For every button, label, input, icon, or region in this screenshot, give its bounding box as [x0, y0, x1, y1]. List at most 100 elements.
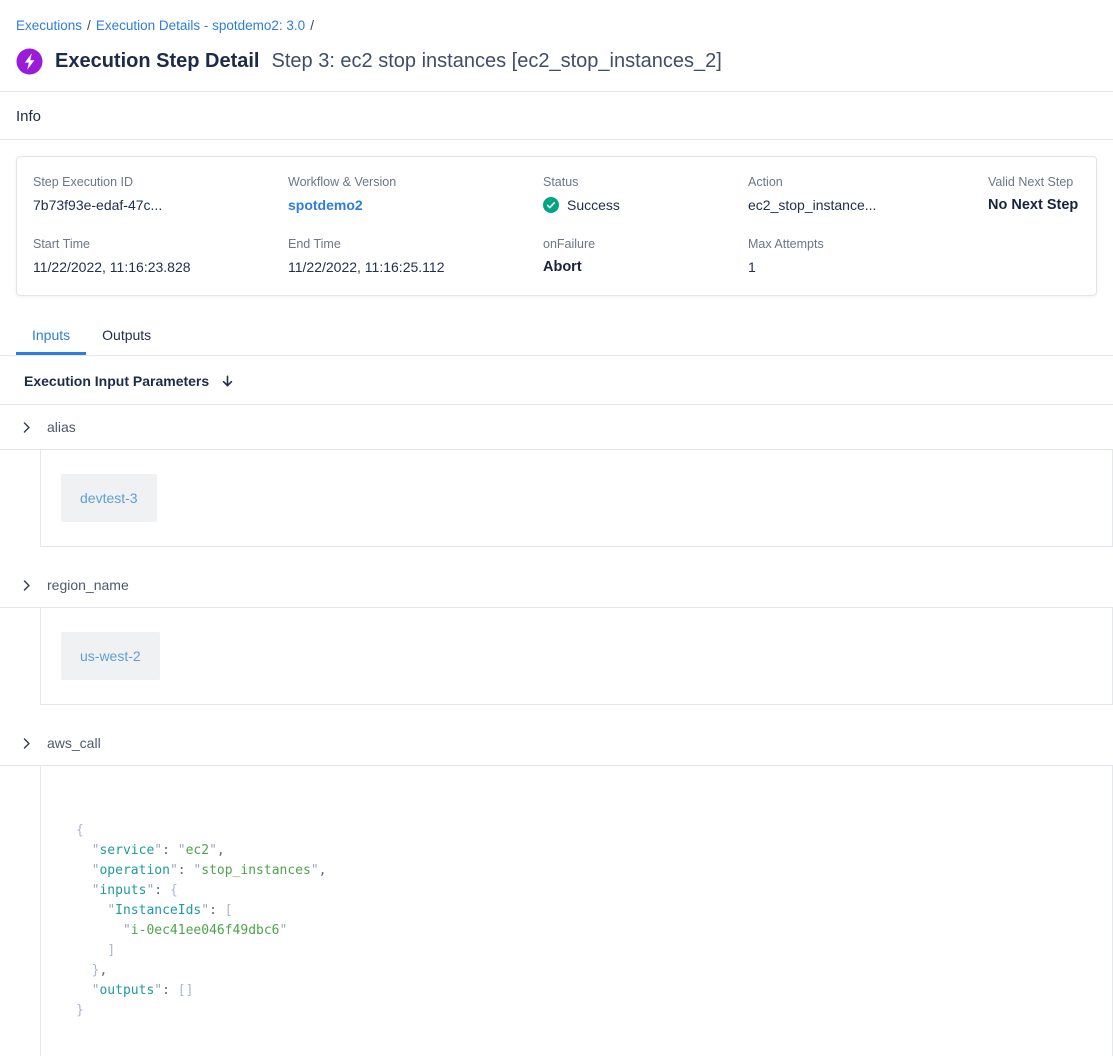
- json-token: ec2: [186, 843, 209, 858]
- info-grid: Step Execution ID 7b73f93e-edaf-47c... W…: [33, 175, 1084, 275]
- tab-outputs[interactable]: Outputs: [86, 314, 167, 355]
- json-token: ,: [217, 843, 225, 858]
- field-label: onFailure: [543, 237, 748, 251]
- json-token: [76, 943, 107, 958]
- json-token: [76, 963, 92, 978]
- json-token: outputs: [99, 983, 154, 998]
- json-code-line: "InstanceIds": [: [76, 901, 1092, 921]
- json-token: ": [201, 903, 209, 918]
- json-token: stop_instances: [201, 863, 311, 878]
- field-value: 7b73f93e-edaf-47c...: [33, 197, 288, 213]
- json-token: [76, 883, 92, 898]
- param-value-chip: us-west-2: [61, 632, 160, 680]
- json-code-line: "inputs": {: [76, 881, 1092, 901]
- collapse-all-arrow-icon[interactable]: [220, 374, 235, 389]
- field-label: End Time: [288, 237, 543, 251]
- json-token: :: [162, 983, 178, 998]
- field-step-execution-id: Step Execution ID 7b73f93e-edaf-47c...: [33, 175, 288, 213]
- json-token: ,: [319, 863, 327, 878]
- json-token: ": [170, 863, 178, 878]
- param-row-alias[interactable]: alias: [0, 405, 1113, 450]
- json-token: ,: [99, 963, 107, 978]
- json-token: [76, 843, 92, 858]
- field-on-failure: onFailure Abort: [543, 237, 748, 275]
- json-code: { "service": "ec2", "operation": "stop_i…: [76, 821, 1092, 1021]
- breadcrumb-separator: /: [87, 18, 91, 33]
- json-token: ": [107, 903, 115, 918]
- json-token: service: [99, 843, 154, 858]
- tab-inputs[interactable]: Inputs: [16, 314, 86, 355]
- json-code-line: {: [76, 821, 1092, 841]
- field-value: 11/22/2022, 11:16:25.112: [288, 259, 543, 275]
- json-token: ": [123, 923, 131, 938]
- json-code-line: "service": "ec2",: [76, 841, 1092, 861]
- json-token: :: [162, 843, 178, 858]
- json-code-line: "i-0ec41ee046f49dbc6": [76, 921, 1092, 941]
- json-token: {: [170, 883, 178, 898]
- breadcrumb-link-execution-details[interactable]: Execution Details - spotdemo2: 3.0: [96, 18, 305, 33]
- json-token: :: [154, 883, 170, 898]
- json-code-line: ]: [76, 941, 1092, 961]
- json-code-line: }: [76, 1001, 1092, 1021]
- json-token: {: [76, 823, 84, 838]
- workflow-link[interactable]: spotdemo2: [288, 197, 543, 213]
- info-divider: [0, 139, 1113, 140]
- page-title: Execution Step Detail: [55, 50, 260, 73]
- param-name: aws_call: [47, 735, 101, 751]
- param-name: alias: [47, 419, 76, 435]
- status-badge: Success: [543, 197, 748, 213]
- field-action: Action ec2_stop_instance...: [748, 175, 988, 213]
- param-content-alias: devtest-3: [40, 450, 1113, 547]
- param-row-aws-call[interactable]: aws_call: [0, 705, 1113, 766]
- params-header-label: Execution Input Parameters: [24, 373, 209, 389]
- json-token: ": [178, 843, 186, 858]
- json-code-line: "operation": "stop_instances",: [76, 861, 1092, 881]
- json-token: ": [209, 843, 217, 858]
- json-token: operation: [99, 863, 169, 878]
- breadcrumb-separator: /: [310, 18, 314, 33]
- json-token: ]: [107, 943, 115, 958]
- json-token: ": [154, 983, 162, 998]
- json-code-line: "outputs": []: [76, 981, 1092, 1001]
- json-token: [: [225, 903, 233, 918]
- json-token: [76, 863, 92, 878]
- info-card: Step Execution ID 7b73f93e-edaf-47c... W…: [16, 156, 1097, 296]
- json-code-line: },: [76, 961, 1092, 981]
- json-token: inputs: [99, 883, 146, 898]
- tab-bar: Inputs Outputs: [0, 314, 1113, 356]
- field-valid-next-step: Valid Next Step No Next Step: [988, 175, 1084, 213]
- field-max-attempts: Max Attempts 1: [748, 237, 988, 275]
- field-value: 11/22/2022, 11:16:23.828: [33, 259, 288, 275]
- field-value: 1: [748, 259, 988, 275]
- field-label: Start Time: [33, 237, 288, 251]
- field-value: ec2_stop_instance...: [748, 197, 988, 213]
- json-token: []: [178, 983, 194, 998]
- field-status: Status Success: [543, 175, 748, 213]
- breadcrumb-link-executions[interactable]: Executions: [16, 18, 82, 33]
- json-token: :: [178, 863, 194, 878]
- json-token: [76, 903, 107, 918]
- field-value: Abort: [543, 259, 748, 275]
- param-content-aws-call: { "service": "ec2", "operation": "stop_i…: [40, 766, 1113, 1056]
- json-token: }: [76, 1003, 84, 1018]
- json-token: ": [280, 923, 288, 938]
- field-label: Valid Next Step: [988, 175, 1084, 189]
- field-label: Status: [543, 175, 748, 189]
- param-content-region-name: us-west-2: [40, 608, 1113, 705]
- json-token: ": [311, 863, 319, 878]
- param-name: region_name: [47, 577, 129, 593]
- chevron-right-icon: [20, 737, 33, 750]
- field-label: Action: [748, 175, 988, 189]
- param-value-chip: devtest-3: [61, 474, 157, 522]
- chevron-right-icon: [20, 421, 33, 434]
- json-token: ": [154, 843, 162, 858]
- success-check-icon: [543, 197, 559, 213]
- param-row-region-name[interactable]: region_name: [0, 547, 1113, 608]
- execution-input-parameters-header: Execution Input Parameters: [0, 356, 1113, 405]
- page-subtitle: Step 3: ec2 stop instances [ec2_stop_ins…: [272, 50, 722, 73]
- field-label: Workflow & Version: [288, 175, 543, 189]
- json-token: :: [209, 903, 225, 918]
- workflow-brand-icon: [16, 48, 43, 75]
- field-label: Max Attempts: [748, 237, 988, 251]
- field-label: Step Execution ID: [33, 175, 288, 189]
